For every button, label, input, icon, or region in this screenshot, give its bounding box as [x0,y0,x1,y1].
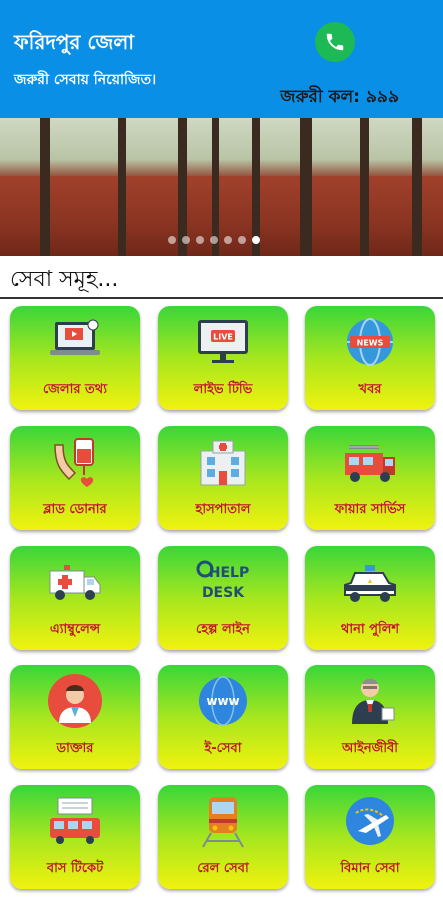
service-card[interactable]: বাস টিকেট [10,785,140,889]
phone-icon [326,33,344,51]
svg-text:HELP: HELP [209,565,249,581]
service-label: এ্যাম্বুলেন্স [49,622,101,637]
carousel-dot[interactable] [182,236,190,244]
blood-donation-icon [45,434,105,490]
service-card[interactable]: LIVE লাইভ টিভি [158,306,288,410]
svg-text:LIVE: LIVE [213,333,233,342]
carousel-dot[interactable] [238,236,246,244]
service-card[interactable]: হাসপাতাল [158,426,288,530]
service-label: লাইভ টিভি [193,382,253,397]
info-laptop-icon [45,314,105,370]
service-card[interactable]: জেলার তথ্য [10,306,140,410]
service-label: আইনজীবী [342,741,398,756]
live-tv-icon: LIVE [193,314,253,370]
section-title: সেবা সমূহ... [10,267,119,292]
banner-tree [118,118,126,256]
service-card[interactable]: www ই-সেবা [158,665,288,769]
section-divider [0,297,443,299]
service-card[interactable]: ব্লাড ডোনার [10,426,140,530]
page-title: ফরিদপুর জেলা [14,30,135,54]
service-card[interactable]: HELP DESK হেল্প লাইন [158,546,288,650]
service-card[interactable]: আইনজীবী [305,665,435,769]
service-card[interactable]: এ্যাম্বুলেন্স [10,546,140,650]
banner-wall [0,176,443,256]
banner-tree [412,118,422,256]
service-label: থানা পুলিশ [340,622,400,637]
www-globe-icon: www [193,673,253,729]
svg-text:www: www [206,694,239,708]
page-subtitle: জরুরী সেবায় নিয়োজিত। [14,72,157,88]
carousel-dot[interactable] [168,236,176,244]
service-label: বিমান সেবা [340,861,400,876]
app-header: ফরিদপুর জেলা জরুরী সেবায় নিয়োজিত। জরুর… [0,0,443,118]
bus-icon [45,793,105,849]
fire-truck-icon [340,434,400,490]
service-label: হেল্প লাইন [196,622,250,637]
news-globe-icon: NEWS [340,314,400,370]
service-card[interactable]: ফায়ার সার্ভিস [305,426,435,530]
service-label: ব্লাড ডোনার [43,502,107,517]
carousel-indicator[interactable] [168,236,260,244]
service-label: ডাক্তার [56,741,94,756]
service-card[interactable]: NEWS খবর [305,306,435,410]
service-card[interactable]: বিমান সেবা [305,785,435,889]
police-car-icon [340,554,400,610]
lawyer-icon [340,673,400,729]
ambulance-icon [45,554,105,610]
airplane-icon [340,793,400,849]
carousel-dot[interactable] [210,236,218,244]
hospital-icon [193,434,253,490]
service-card[interactable]: রেল সেবা [158,785,288,889]
carousel-dot[interactable] [252,236,260,244]
service-label: রেল সেবা [197,861,249,876]
svg-text:NEWS: NEWS [357,339,384,348]
carousel-dot[interactable] [196,236,204,244]
service-label: বাস টিকেট [46,861,104,876]
service-label: হাসপাতাল [195,502,251,517]
service-label: খবর [358,382,382,397]
banner-tree [40,118,50,256]
service-label: ই-সেবা [204,741,242,756]
carousel-dot[interactable] [224,236,232,244]
emergency-call-label: জরুরী কল: ৯৯৯ [280,87,399,107]
service-label: ফায়ার সার্ভিস [334,502,406,517]
train-icon [193,793,253,849]
help-desk-icon: HELP DESK [193,554,253,610]
banner-tree [360,118,369,256]
service-card[interactable]: থানা পুলিশ [305,546,435,650]
svg-text:DESK: DESK [202,585,245,601]
call-button[interactable] [315,22,355,62]
banner-tree [300,118,312,256]
service-card[interactable]: ডাক্তার [10,665,140,769]
doctor-icon [45,673,105,729]
service-label: জেলার তথ্য [43,382,107,397]
